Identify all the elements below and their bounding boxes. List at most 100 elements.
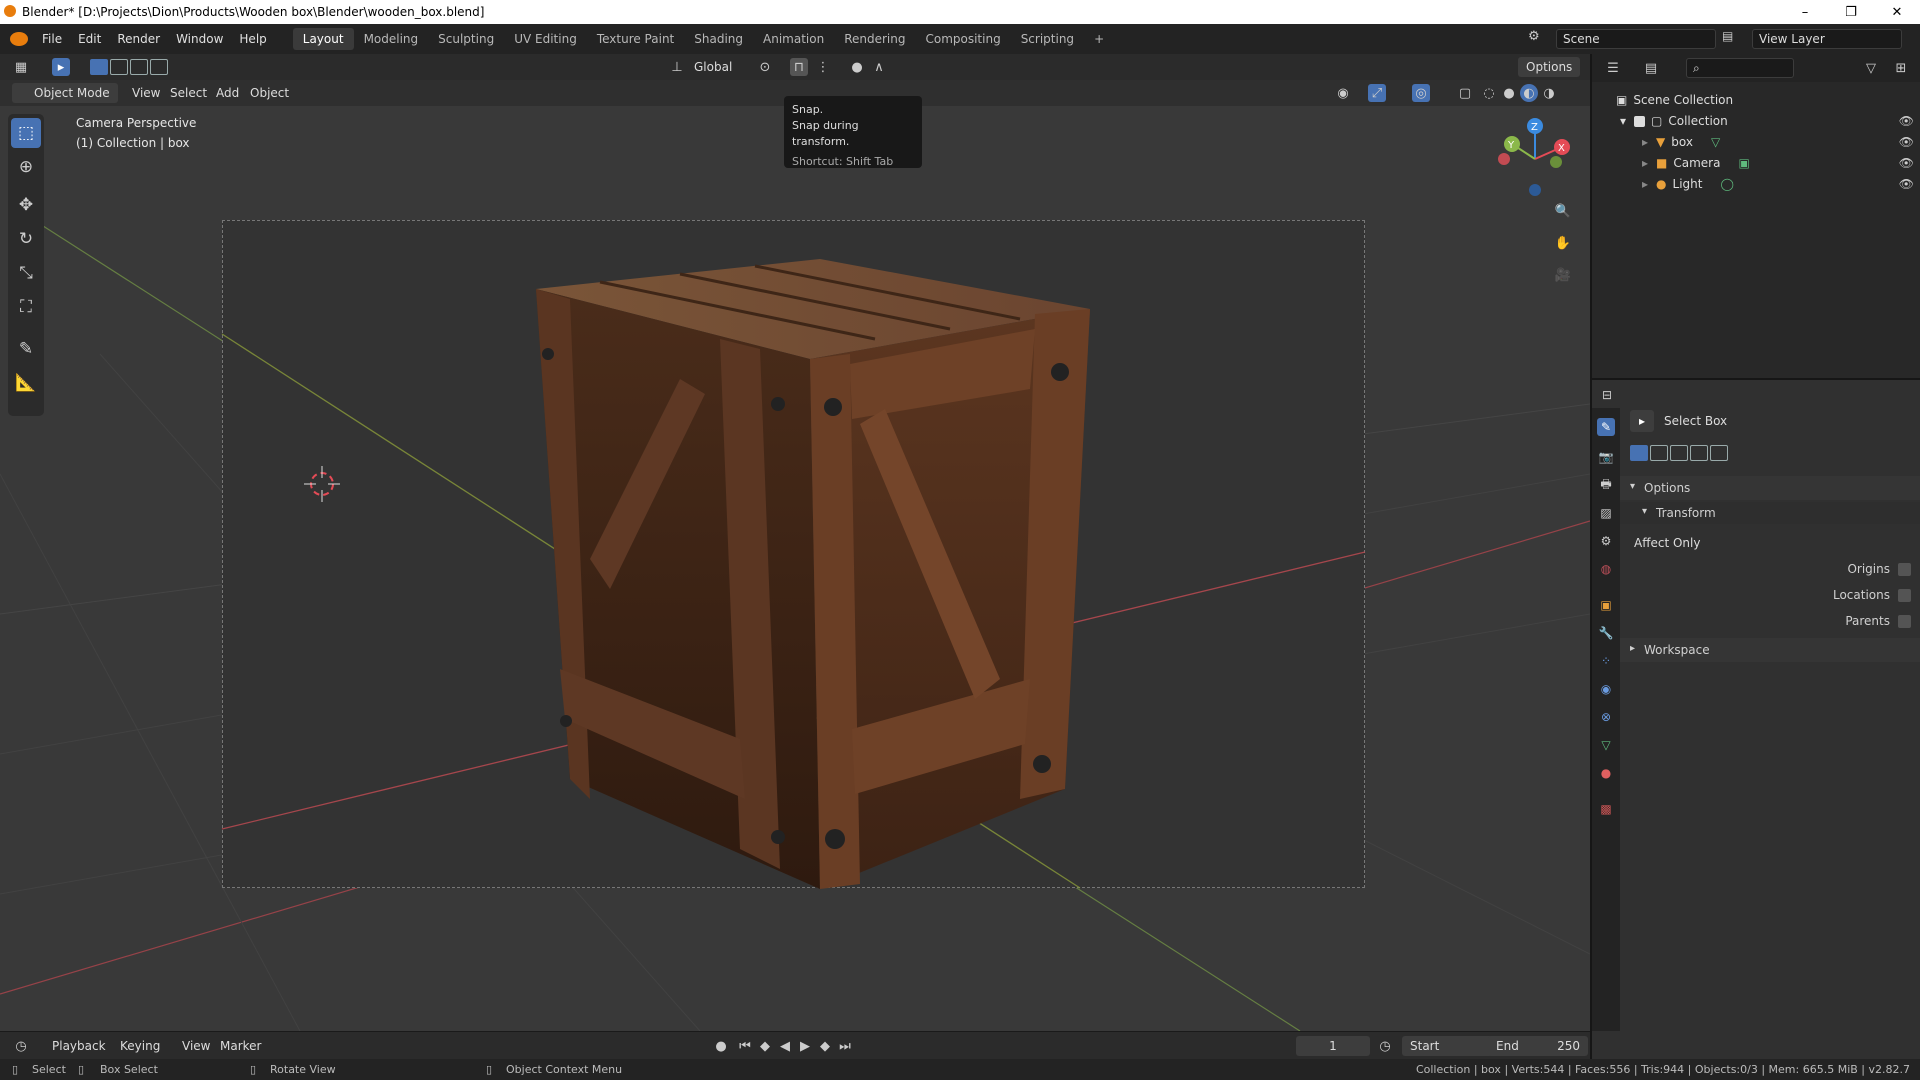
outliner-row-light[interactable]: ▸ ● Light ◯ 👁 xyxy=(1592,174,1920,194)
menu-render[interactable]: Render xyxy=(109,32,168,46)
menu-view[interactable]: View xyxy=(128,83,164,103)
move-tool-icon[interactable]: ✥ xyxy=(11,190,41,220)
add-workspace-button[interactable]: + xyxy=(1084,28,1114,50)
expand-camera-icon[interactable]: ▸ xyxy=(1642,156,1648,170)
mode-extend-icon[interactable] xyxy=(1650,445,1668,461)
outliner-row-scene-collection[interactable]: ▣ Scene Collection xyxy=(1592,90,1920,110)
scale-tool-icon[interactable]: ⤡ xyxy=(11,258,41,288)
collection-checkbox[interactable] xyxy=(1634,115,1646,127)
record-icon[interactable]: ● xyxy=(712,1037,730,1055)
annotate-tool-icon[interactable]: ✎ xyxy=(11,334,41,364)
tab-texture-paint[interactable]: Texture Paint xyxy=(587,28,684,50)
restore-button[interactable]: ❐ xyxy=(1828,0,1874,24)
outliner-row-box[interactable]: ▸ ▼ box ▽ 👁 xyxy=(1592,132,1920,152)
properties-type-icon[interactable]: ⊟ xyxy=(1602,388,1612,402)
options-panel-header[interactable]: ▾ Options xyxy=(1620,476,1920,500)
outliner-search-input[interactable]: ⌕ xyxy=(1686,58,1794,78)
menu-add[interactable]: Add xyxy=(212,83,243,103)
tab-scripting[interactable]: Scripting xyxy=(1011,28,1084,50)
clock-icon[interactable]: ◷ xyxy=(1376,1037,1394,1055)
3d-viewport[interactable]: ▦ ▸ ⊥ Global ⊙ ⊓ ⋮ ● ∧ Options Object Mo… xyxy=(0,54,1590,1031)
rendered-shading-icon[interactable]: ◑ xyxy=(1540,84,1558,102)
display-mode-icon[interactable]: ▤ xyxy=(1642,59,1660,77)
cursor-tool-icon[interactable]: ⊕ xyxy=(11,152,41,182)
scene-field[interactable]: Scene xyxy=(1556,29,1716,49)
outliner-type-icon[interactable]: ☰ xyxy=(1604,59,1622,77)
hand-pan-icon[interactable]: ✋ xyxy=(1554,234,1572,252)
minimize-button[interactable]: – xyxy=(1782,0,1828,24)
eye-icon[interactable]: 👁 xyxy=(1899,135,1914,149)
modifiers-tab-icon[interactable]: 🔧 xyxy=(1597,624,1615,642)
object-tab-icon[interactable]: ▣ xyxy=(1597,596,1615,614)
tool-tab-icon[interactable]: ✎ xyxy=(1597,418,1615,436)
menu-timeline-view[interactable]: View xyxy=(178,1036,214,1056)
navigation-gizmo[interactable]: Z X Y xyxy=(1490,114,1580,204)
constraints-tab-icon[interactable]: ⊗ xyxy=(1597,708,1615,726)
outliner-row-collection[interactable]: ▾ ▢ Collection 👁 xyxy=(1592,111,1920,131)
select-mode-subtract-icon[interactable] xyxy=(130,59,148,75)
menu-edit[interactable]: Edit xyxy=(70,32,109,46)
current-frame-field[interactable]: 1 xyxy=(1296,1036,1370,1056)
select-tool-icon[interactable]: ▸ xyxy=(52,58,70,76)
tab-compositing[interactable]: Compositing xyxy=(915,28,1010,50)
snap-target-icon[interactable]: ⋮ xyxy=(814,58,832,76)
visibility-icon[interactable]: ◉ xyxy=(1334,84,1352,102)
editor-type-icon[interactable]: ▦ xyxy=(12,58,30,76)
output-tab-icon[interactable]: 🖶 xyxy=(1597,476,1615,494)
zoom-icon[interactable]: 🔍 xyxy=(1554,202,1572,220)
tab-rendering[interactable]: Rendering xyxy=(834,28,915,50)
proportional-edit-icon[interactable]: ● xyxy=(848,58,866,76)
next-keyframe-icon[interactable]: ◆ xyxy=(816,1037,834,1055)
data-tab-icon[interactable]: ▽ xyxy=(1597,736,1615,754)
select-box-tool-icon[interactable]: ⬚ xyxy=(11,118,41,148)
wireframe-shading-icon[interactable]: ◌ xyxy=(1480,84,1498,102)
rotate-tool-icon[interactable]: ↻ xyxy=(11,224,41,254)
3d-cursor-icon[interactable] xyxy=(302,464,342,504)
material-shading-icon[interactable]: ◐ xyxy=(1520,84,1538,102)
xray-icon[interactable]: ▢ xyxy=(1456,84,1474,102)
texture-tab-icon[interactable]: ▩ xyxy=(1597,800,1615,818)
snap-toggle-icon[interactable]: ⊓ xyxy=(790,58,808,76)
gizmo-toggle-icon[interactable]: ⤢ xyxy=(1368,84,1386,102)
scene-icon[interactable]: ⚙ xyxy=(1528,29,1540,44)
select-mode-new-icon[interactable] xyxy=(90,59,108,75)
particles-tab-icon[interactable]: ⁘ xyxy=(1597,652,1615,670)
jump-end-icon[interactable]: ⏭ xyxy=(836,1037,854,1055)
scene-tab-icon[interactable]: ⚙ xyxy=(1597,532,1615,550)
play-icon[interactable]: ▶ xyxy=(796,1037,814,1055)
physics-tab-icon[interactable]: ◉ xyxy=(1597,680,1615,698)
falloff-icon[interactable]: ∧ xyxy=(870,58,888,76)
expand-collection-icon[interactable]: ▾ xyxy=(1620,114,1626,128)
render-tab-icon[interactable]: 📷 xyxy=(1597,448,1615,466)
mesh-data-icon[interactable]: ▽ xyxy=(1711,135,1720,149)
menu-marker[interactable]: Marker xyxy=(216,1036,265,1056)
material-tab-icon[interactable]: ● xyxy=(1597,764,1615,782)
menu-file[interactable]: File xyxy=(34,32,70,46)
tab-uv-editing[interactable]: UV Editing xyxy=(504,28,587,50)
close-button[interactable]: ✕ xyxy=(1874,0,1920,24)
solid-shading-icon[interactable]: ● xyxy=(1500,84,1518,102)
orientation-dropdown[interactable]: Global xyxy=(690,57,736,77)
filter-icon[interactable]: ▽ xyxy=(1862,59,1880,77)
mode-new-icon[interactable] xyxy=(1630,445,1648,461)
timeline-type-icon[interactable]: ◷ xyxy=(12,1037,30,1055)
tab-sculpting[interactable]: Sculpting xyxy=(428,28,504,50)
menu-window[interactable]: Window xyxy=(168,32,231,46)
eye-icon[interactable]: 👁 xyxy=(1899,114,1914,128)
select-mode-intersect-icon[interactable] xyxy=(150,59,168,75)
light-data-icon[interactable]: ◯ xyxy=(1720,177,1733,191)
locations-checkbox[interactable] xyxy=(1898,589,1911,602)
tab-shading[interactable]: Shading xyxy=(684,28,753,50)
camera-view-icon[interactable]: 🎥 xyxy=(1554,266,1572,284)
view-layer-icon[interactable]: ▤ xyxy=(1722,29,1733,43)
workspace-panel-header[interactable]: ▸ Workspace xyxy=(1620,638,1920,662)
mode-dropdown[interactable]: Object Mode xyxy=(12,83,118,103)
select-mode-extend-icon[interactable] xyxy=(110,59,128,75)
origins-checkbox[interactable] xyxy=(1898,563,1911,576)
play-reverse-icon[interactable]: ◀ xyxy=(776,1037,794,1055)
expand-box-icon[interactable]: ▸ xyxy=(1642,135,1648,149)
world-tab-icon[interactable]: ◍ xyxy=(1597,560,1615,578)
prev-keyframe-icon[interactable]: ◆ xyxy=(756,1037,774,1055)
jump-start-icon[interactable]: ⏮ xyxy=(736,1037,754,1055)
menu-help[interactable]: Help xyxy=(231,32,274,46)
